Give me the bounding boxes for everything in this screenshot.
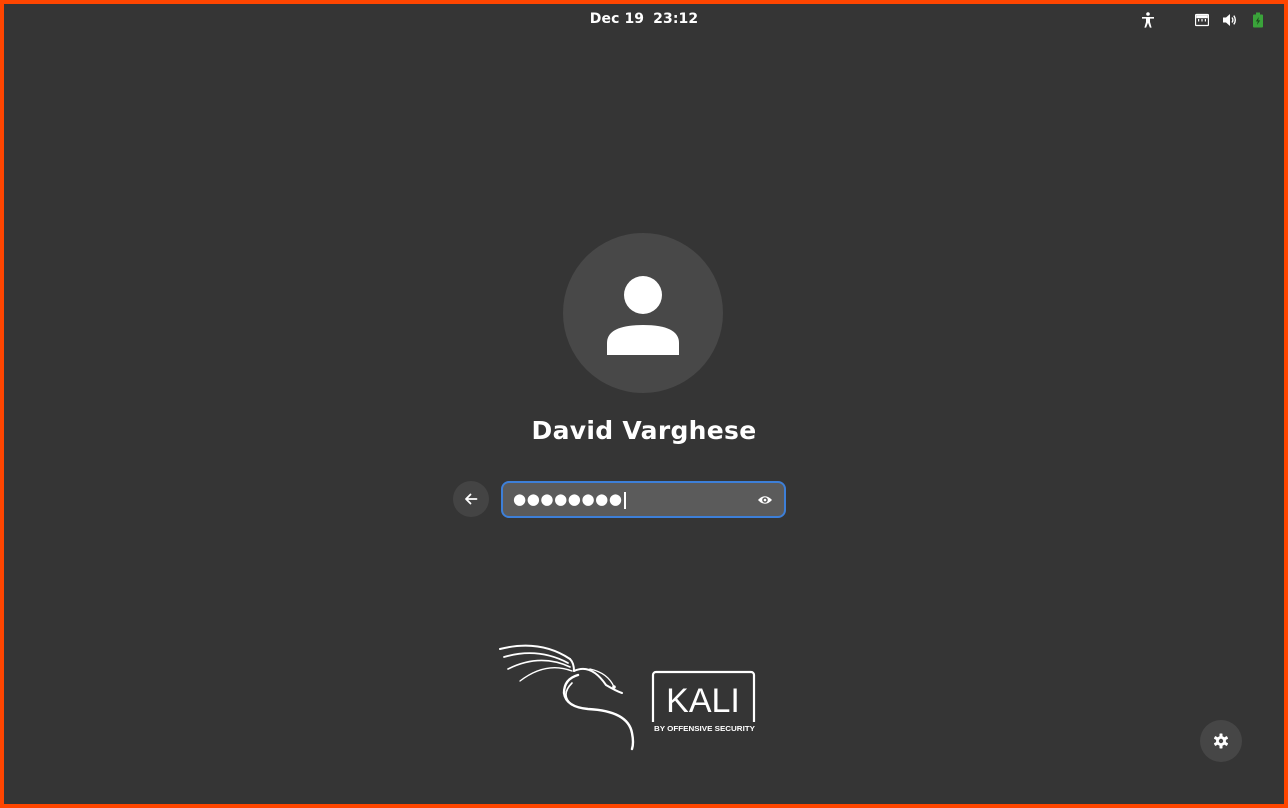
- kali-logo-tagline: BY OFFENSIVE SECURITY: [654, 724, 755, 733]
- kali-logo-text: KALI: [666, 682, 740, 720]
- show-password-icon[interactable]: [756, 491, 774, 509]
- session-settings-button[interactable]: [1200, 720, 1242, 762]
- user-name: David Varghese: [531, 416, 757, 445]
- top-bar: Dec 19 23:12: [4, 4, 1284, 36]
- arrow-left-icon: [465, 493, 478, 505]
- battery-icon[interactable]: [1249, 11, 1267, 29]
- gear-icon: [1213, 733, 1229, 749]
- password-input[interactable]: ●●●●●●●●: [501, 481, 786, 518]
- login-screen: Dec 19 23:12 David Varghese ●●●●●●●● KAL…: [4, 4, 1284, 804]
- clock[interactable]: Dec 19 23:12: [4, 11, 1284, 27]
- password-value: ●●●●●●●●: [513, 490, 623, 508]
- clock-time: 23:12: [653, 11, 699, 27]
- back-button[interactable]: [453, 481, 489, 517]
- kali-logo: KALI BY OFFENSIVE SECURITY: [494, 641, 764, 753]
- accessibility-icon[interactable]: [1139, 11, 1157, 29]
- user-avatar: [563, 233, 723, 393]
- volume-icon[interactable]: [1221, 11, 1239, 29]
- text-caret: [624, 492, 626, 509]
- network-wired-icon[interactable]: [1193, 11, 1211, 29]
- clock-date: Dec 19: [589, 11, 645, 27]
- kali-dragon-icon: [499, 644, 635, 751]
- user-silhouette-icon: [607, 276, 679, 355]
